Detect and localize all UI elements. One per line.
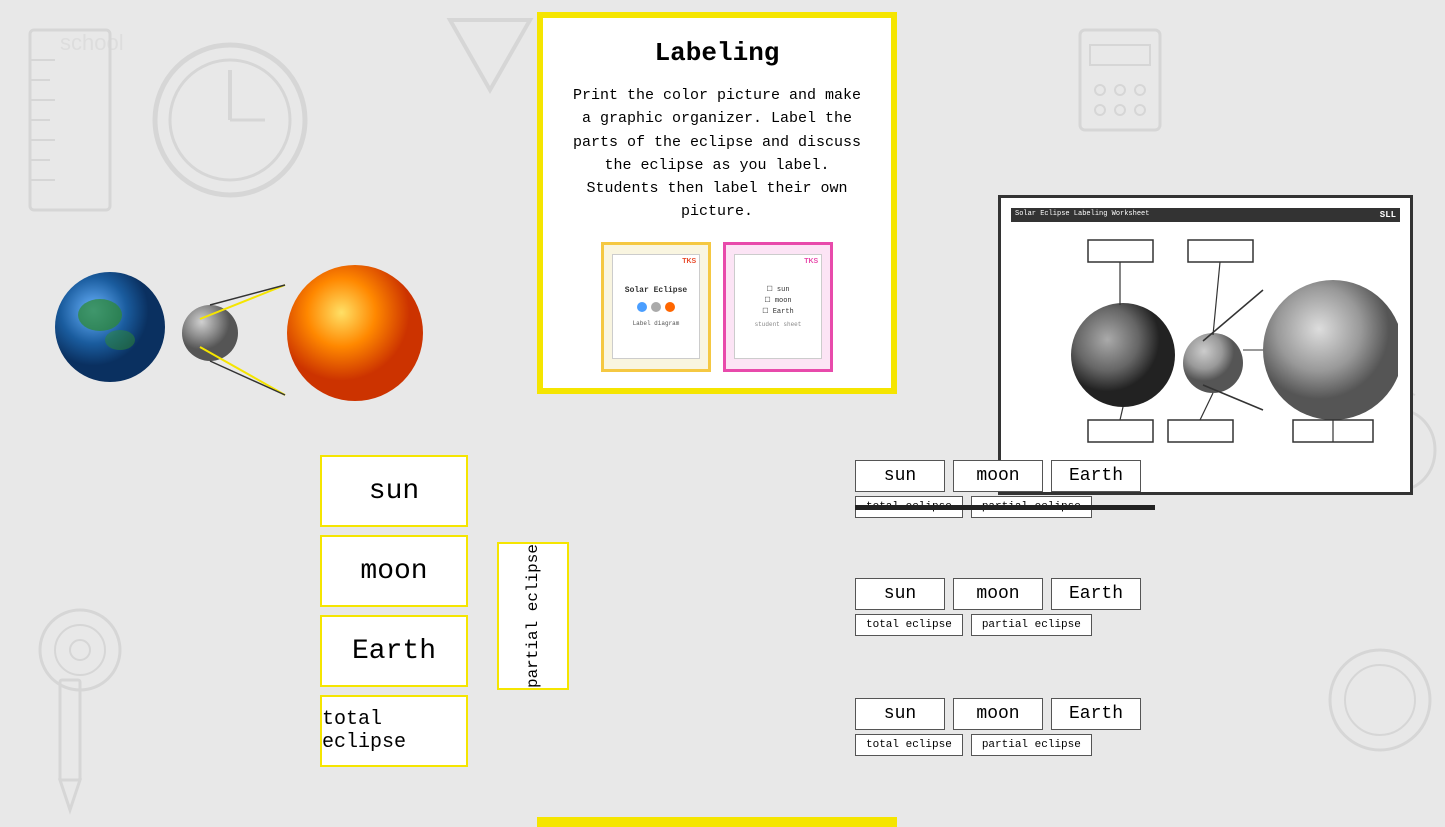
vertical-card-label: partial eclipse xyxy=(523,544,543,688)
worksheet-title-small: Solar Eclipse Labeling Worksheet xyxy=(1015,210,1149,220)
word-set-group-2: sun moon Earth total eclipse partial ecl… xyxy=(855,578,1141,636)
ws1-moon-btn[interactable]: moon xyxy=(953,460,1043,492)
word-card-sun: sun xyxy=(320,455,468,527)
eclipse-diagram xyxy=(45,255,445,415)
worksheet-panel: Solar Eclipse Labeling Worksheet SLL xyxy=(998,195,1413,495)
main-content: Labeling Print the color picture and mak… xyxy=(0,0,1445,819)
word-set-group-3: sun moon Earth total eclipse partial ecl… xyxy=(855,698,1141,756)
word-card-earth-label: Earth xyxy=(352,636,436,667)
word-card-earth: Earth xyxy=(320,615,468,687)
card-preview-yellow: Solar Eclipse Label diagram TKS xyxy=(601,242,711,372)
ws2-moon-btn[interactable]: moon xyxy=(953,578,1043,610)
ws2-sun-btn[interactable]: sun xyxy=(855,578,945,610)
ws3-moon-btn[interactable]: moon xyxy=(953,698,1043,730)
card-preview-pink: ☐ sun ☐ moon ☐ Earth student sheet TKS xyxy=(723,242,833,372)
vertical-card-partial-eclipse: partial eclipse xyxy=(497,542,569,690)
ws3-total-eclipse-btn[interactable]: total eclipse xyxy=(855,734,963,756)
worksheet-brand: SLL xyxy=(1380,210,1396,220)
word-set-3-main: sun moon Earth xyxy=(855,698,1141,730)
word-set-2-sub: total eclipse partial eclipse xyxy=(855,614,1141,636)
word-card-total-eclipse: total eclipse xyxy=(320,695,468,767)
ws1-earth-btn[interactable]: Earth xyxy=(1051,460,1141,492)
center-card: Labeling Print the color picture and mak… xyxy=(537,12,897,394)
ws1-sun-btn[interactable]: sun xyxy=(855,460,945,492)
word-card-total-eclipse-label: total eclipse xyxy=(322,708,466,754)
word-set-1-main: sun moon Earth xyxy=(855,460,1141,492)
word-cards-column: sun moon Earth total eclipse xyxy=(320,455,468,767)
card-images: Solar Eclipse Label diagram TKS ☐ sun ☐ … xyxy=(567,242,867,372)
word-card-moon-label: moon xyxy=(360,556,427,587)
word-card-moon: moon xyxy=(320,535,468,607)
card-inner-pink: ☐ sun ☐ moon ☐ Earth student sheet TKS xyxy=(734,254,822,359)
worksheet-top-bar: Solar Eclipse Labeling Worksheet SLL xyxy=(1011,208,1400,222)
ws3-earth-btn[interactable]: Earth xyxy=(1051,698,1141,730)
worksheet-diagram xyxy=(1013,235,1398,475)
card-inner-yellow: Solar Eclipse Label diagram TKS xyxy=(612,254,700,359)
word-set-2-main: sun moon Earth xyxy=(855,578,1141,610)
separator-bar-top xyxy=(855,505,1155,510)
worksheet-content xyxy=(1011,230,1400,479)
card-heading: Labeling xyxy=(567,38,867,68)
ws3-sun-btn[interactable]: sun xyxy=(855,698,945,730)
card-body: Print the color picture and make a graph… xyxy=(567,84,867,224)
ws2-total-eclipse-btn[interactable]: total eclipse xyxy=(855,614,963,636)
word-card-sun-label: sun xyxy=(369,476,419,507)
ws3-partial-eclipse-btn[interactable]: partial eclipse xyxy=(971,734,1092,756)
ws2-earth-btn[interactable]: Earth xyxy=(1051,578,1141,610)
solar-system-illustration xyxy=(45,255,445,420)
ws2-partial-eclipse-btn[interactable]: partial eclipse xyxy=(971,614,1092,636)
word-set-3-sub: total eclipse partial eclipse xyxy=(855,734,1141,756)
